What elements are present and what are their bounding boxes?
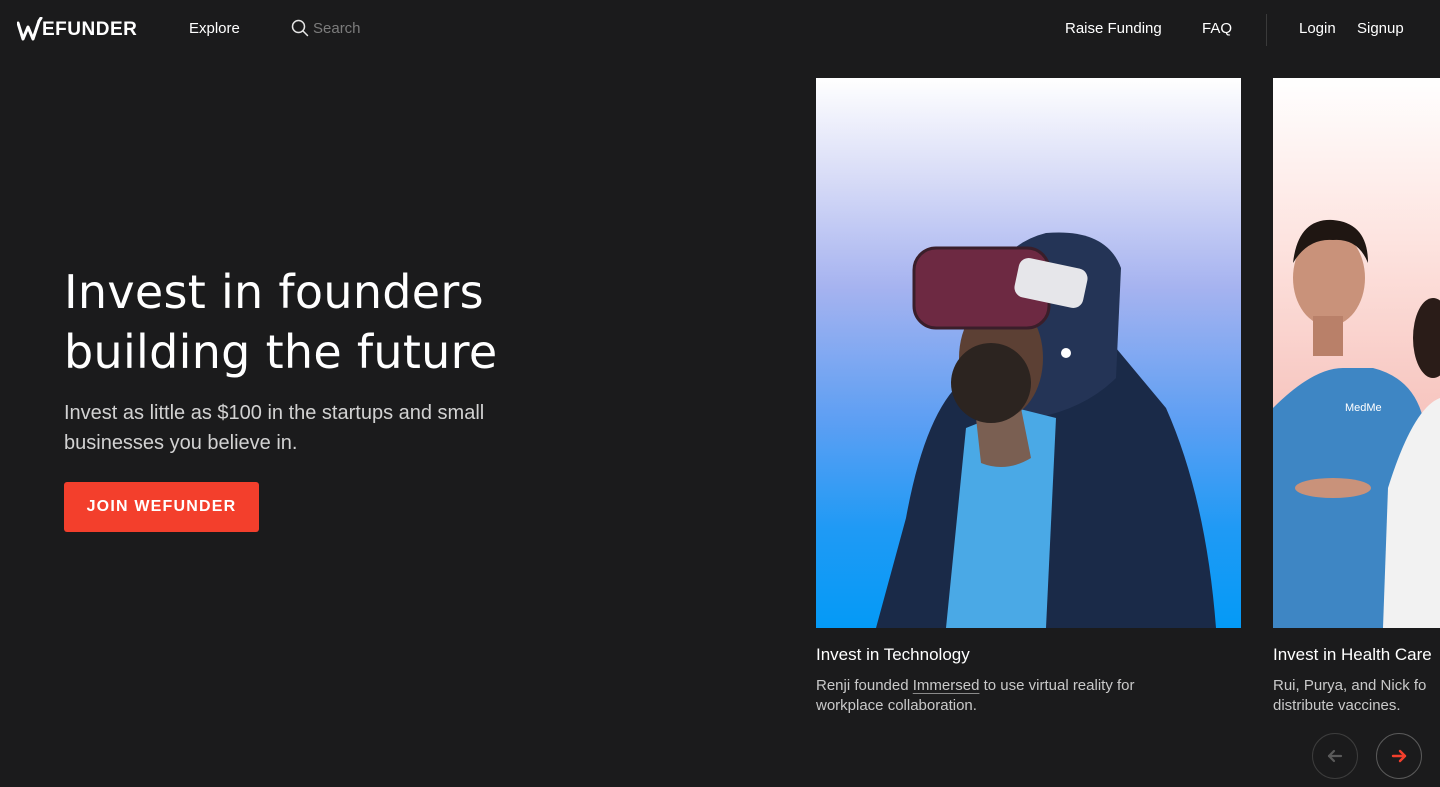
vr-headset-person-image[interactable]: [816, 78, 1241, 628]
nav-raise-funding-link[interactable]: Raise Funding: [1065, 20, 1162, 37]
nav-explore-link[interactable]: Explore: [189, 20, 240, 37]
search-icon: [291, 19, 309, 37]
arrow-right-icon: [1391, 749, 1407, 763]
campaign-card-health-care[interactable]: MedMe Invest in Health Care Rui, Purya, …: [1273, 78, 1440, 787]
arrow-left-icon: [1327, 749, 1343, 763]
card-desc-text: distribute vaccines.: [1273, 697, 1401, 714]
campaign-card-technology[interactable]: Invest in Technology Renji founded Immer…: [816, 78, 1241, 714]
nav-faq-link[interactable]: FAQ: [1202, 20, 1232, 37]
card-desc-text: workplace collaboration.: [816, 697, 977, 714]
carousel-prev-button[interactable]: [1312, 733, 1358, 779]
nav-divider: [1266, 14, 1267, 46]
nav-signup-link[interactable]: Signup: [1357, 20, 1404, 37]
hero-subtitle-line2: businesses you believe in.: [64, 432, 298, 454]
card-desc-text: to use virtual reality for: [979, 677, 1135, 694]
card-description: Renji founded Immersed to use virtual re…: [816, 676, 1196, 716]
logo-wordmark: EFUNDER: [42, 19, 138, 40]
search-box[interactable]: [291, 19, 433, 37]
card-title[interactable]: Invest in Health Care: [1273, 645, 1440, 665]
top-nav: EFUNDER Explore Raise Funding FAQ Login …: [0, 0, 1440, 60]
card-description: Rui, Purya, and Nick fo distribute vacci…: [1273, 676, 1440, 716]
medme-shirt-logo: MedMe: [1345, 402, 1382, 414]
search-input[interactable]: [313, 19, 433, 37]
page: EFUNDER Explore Raise Funding FAQ Login …: [0, 0, 1440, 787]
hero-title-line2: building the future: [64, 325, 498, 379]
card-desc-text: Rui, Purya, and Nick fo: [1273, 677, 1427, 694]
card-desc-text: Renji founded: [816, 677, 913, 694]
immersed-link[interactable]: Immersed: [913, 677, 980, 694]
join-wefunder-button[interactable]: JOIN WEFUNDER: [64, 482, 259, 532]
card-title[interactable]: Invest in Technology: [816, 645, 1241, 665]
nav-login-link[interactable]: Login: [1299, 20, 1336, 37]
hero-title: Invest in founders building the future: [64, 262, 624, 382]
health-care-founders-illustration: MedMe: [1273, 219, 1440, 628]
wefunder-logo[interactable]: EFUNDER: [17, 12, 137, 48]
hero-subtitle-line1: Invest as little as $100 in the startups…: [64, 402, 485, 424]
wefunder-w-logo-icon: [17, 17, 43, 41]
carousel-next-button[interactable]: [1376, 733, 1422, 779]
hero-title-line1: Invest in founders: [64, 265, 484, 319]
health-care-founders-image[interactable]: MedMe: [1273, 78, 1440, 628]
hero-subtitle: Invest as little as $100 in the startups…: [64, 398, 604, 458]
vr-person-illustration: [876, 232, 1216, 628]
